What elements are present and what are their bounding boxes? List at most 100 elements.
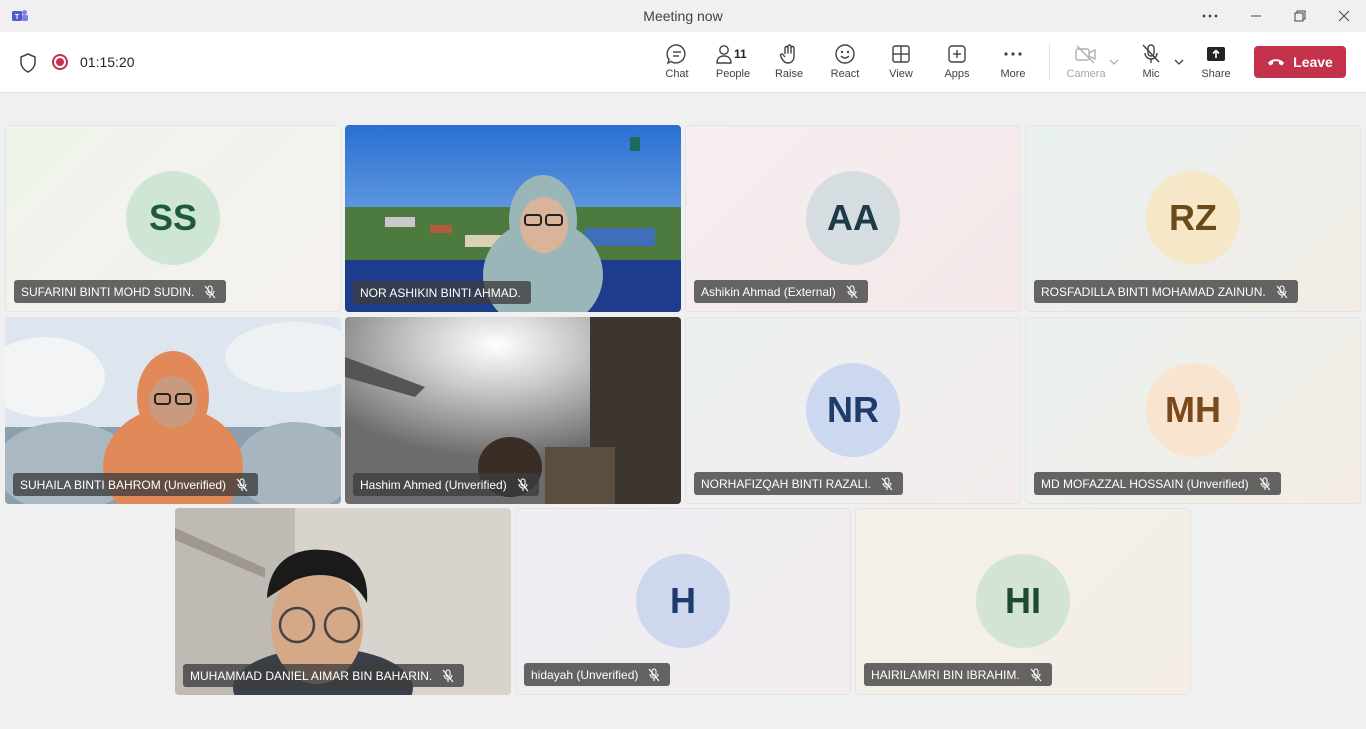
window-more-button[interactable] (1187, 0, 1233, 32)
participant-name-tag: NORHAFIZQAH BINTI RAZALI. (694, 472, 904, 495)
participant-tile[interactable]: AA Ashikin Ahmad (External) (685, 125, 1021, 312)
mic-muted-icon (648, 667, 660, 681)
people-button[interactable]: 11 People (705, 43, 761, 87)
mic-muted-icon (1276, 284, 1288, 298)
apps-button[interactable]: Apps (929, 43, 985, 87)
react-button[interactable]: React (817, 43, 873, 87)
camera-options-chevron-icon[interactable] (1108, 56, 1120, 68)
participant-name-tag: ROSFADILLA BINTI MOHAMAD ZAINUN. (1034, 280, 1298, 303)
share-icon (1207, 47, 1225, 61)
mic-button[interactable]: Mic (1123, 43, 1179, 87)
mic-muted-icon (442, 668, 454, 682)
view-button[interactable]: View (873, 43, 929, 87)
chat-button[interactable]: Chat (649, 43, 705, 87)
avatar: SS (126, 171, 220, 265)
minimize-icon (1251, 15, 1261, 17)
mic-label: Mic (1142, 68, 1160, 80)
participant-name-tag: HAIRILAMRI BIN IBRAHIM. (864, 663, 1052, 686)
hand-icon (779, 44, 795, 64)
participant-tile[interactable]: NOR ASHIKIN BINTI AHMAD. (345, 125, 681, 312)
raise-hand-button[interactable]: Raise (761, 43, 817, 87)
smiley-icon (835, 44, 855, 64)
participant-name: Hashim Ahmed (Unverified) (360, 477, 507, 492)
react-label: React (830, 68, 860, 80)
avatar: NR (806, 363, 900, 457)
meeting-toolbar: 01:15:20 Chat 11 People Raise React View… (0, 32, 1366, 93)
close-icon (1338, 10, 1350, 22)
participant-name: NORHAFIZQAH BINTI RAZALI. (701, 476, 872, 491)
add-app-icon (948, 45, 966, 63)
participant-name: Ashikin Ahmad (External) (701, 284, 836, 299)
participant-name-tag: MD MOFAZZAL HOSSAIN (Unverified) (1034, 472, 1281, 495)
participant-name: MUHAMMAD DANIEL AIMAR BIN BAHARIN. (190, 668, 433, 683)
mic-muted-icon (881, 476, 893, 490)
participant-name-tag: hidayah (Unverified) (524, 663, 671, 686)
people-count-badge: 11 (734, 47, 747, 61)
window-title: Meeting now (643, 8, 723, 24)
grid-view-icon (892, 45, 910, 63)
participant-name-tag: Hashim Ahmed (Unverified) (353, 473, 539, 496)
participant-name: ROSFADILLA BINTI MOHAMAD ZAINUN. (1041, 284, 1266, 299)
share-label: Share (1201, 68, 1231, 80)
mic-muted-icon (1259, 476, 1271, 490)
participant-name: SUHAILA BINTI BAHROM (Unverified) (20, 477, 227, 492)
avatar: MH (1146, 363, 1240, 457)
participant-name-tag: SUHAILA BINTI BAHROM (Unverified) (13, 473, 259, 496)
raise-label: Raise (774, 68, 804, 80)
hang-up-icon (1268, 59, 1285, 66)
close-window-button[interactable] (1321, 0, 1366, 32)
chat-label: Chat (665, 68, 689, 80)
more-label: More (1000, 68, 1026, 80)
participant-name: SUFARINI BINTI MOHD SUDIN. (21, 284, 195, 299)
avatar: RZ (1146, 171, 1240, 265)
participant-tile[interactable]: Hashim Ahmed (Unverified) (345, 317, 681, 504)
restore-button[interactable] (1277, 0, 1323, 32)
participant-name-tag: NOR ASHIKIN BINTI AHMAD. (353, 281, 531, 304)
mic-off-icon (1142, 44, 1160, 63)
mic-muted-icon (1030, 667, 1042, 681)
minimize-button[interactable] (1233, 0, 1279, 32)
participant-name: HAIRILAMRI BIN IBRAHIM. (871, 667, 1020, 682)
participant-tile[interactable]: MUHAMMAD DANIEL AIMAR BIN BAHARIN. (175, 508, 511, 695)
camera-label: Camera (1066, 68, 1106, 80)
apps-label: Apps (944, 68, 970, 80)
participant-name: MD MOFAZZAL HOSSAIN (Unverified) (1041, 476, 1249, 491)
more-icon (1004, 52, 1022, 56)
participant-name: hidayah (Unverified) (531, 667, 639, 682)
participant-tile[interactable]: HI HAIRILAMRI BIN IBRAHIM. (855, 508, 1191, 695)
mic-options-chevron-icon[interactable] (1173, 56, 1185, 68)
participant-tile[interactable]: RZ ROSFADILLA BINTI MOHAMAD ZAINUN. (1025, 125, 1361, 312)
camera-button[interactable]: Camera (1058, 43, 1114, 87)
view-label: View (889, 68, 913, 80)
toolbar-divider (1049, 44, 1050, 80)
participant-tile[interactable]: H hidayah (Unverified) (515, 508, 851, 695)
meeting-timer: 01:15:20 (80, 54, 135, 70)
participant-stage: SS SUFARINI BINTI MOHD SUDIN. NOR ASHIKI… (0, 93, 1366, 729)
participant-tile[interactable]: MH MD MOFAZZAL HOSSAIN (Unverified) (1025, 317, 1361, 504)
mic-muted-icon (517, 477, 529, 491)
participant-name-tag: Ashikin Ahmad (External) (694, 280, 868, 303)
recording-icon (52, 54, 68, 70)
participant-tile[interactable]: SS SUFARINI BINTI MOHD SUDIN. (5, 125, 341, 312)
shield-icon[interactable] (19, 53, 37, 73)
avatar: AA (806, 171, 900, 265)
restore-icon (1294, 10, 1306, 22)
participant-name-tag: SUFARINI BINTI MOHD SUDIN. (14, 280, 227, 303)
title-bar: T Meeting now (0, 0, 1366, 32)
chat-icon (666, 44, 686, 65)
more-button[interactable]: More (985, 43, 1041, 87)
avatar: H (636, 554, 730, 648)
leave-label: Leave (1293, 54, 1333, 70)
leave-button[interactable]: Leave (1254, 46, 1346, 78)
mic-muted-icon (204, 284, 216, 298)
people-label: People (715, 68, 751, 80)
ellipsis-icon (1202, 14, 1218, 18)
participant-name-tag: MUHAMMAD DANIEL AIMAR BIN BAHARIN. (183, 664, 465, 687)
avatar: HI (976, 554, 1070, 648)
mic-muted-icon (846, 284, 858, 298)
participant-tile[interactable]: SUHAILA BINTI BAHROM (Unverified) (5, 317, 341, 504)
share-button[interactable]: Share (1188, 43, 1244, 87)
camera-off-icon (1075, 45, 1096, 64)
participant-tile[interactable]: NR NORHAFIZQAH BINTI RAZALI. (685, 317, 1021, 504)
mic-muted-icon (236, 477, 248, 491)
